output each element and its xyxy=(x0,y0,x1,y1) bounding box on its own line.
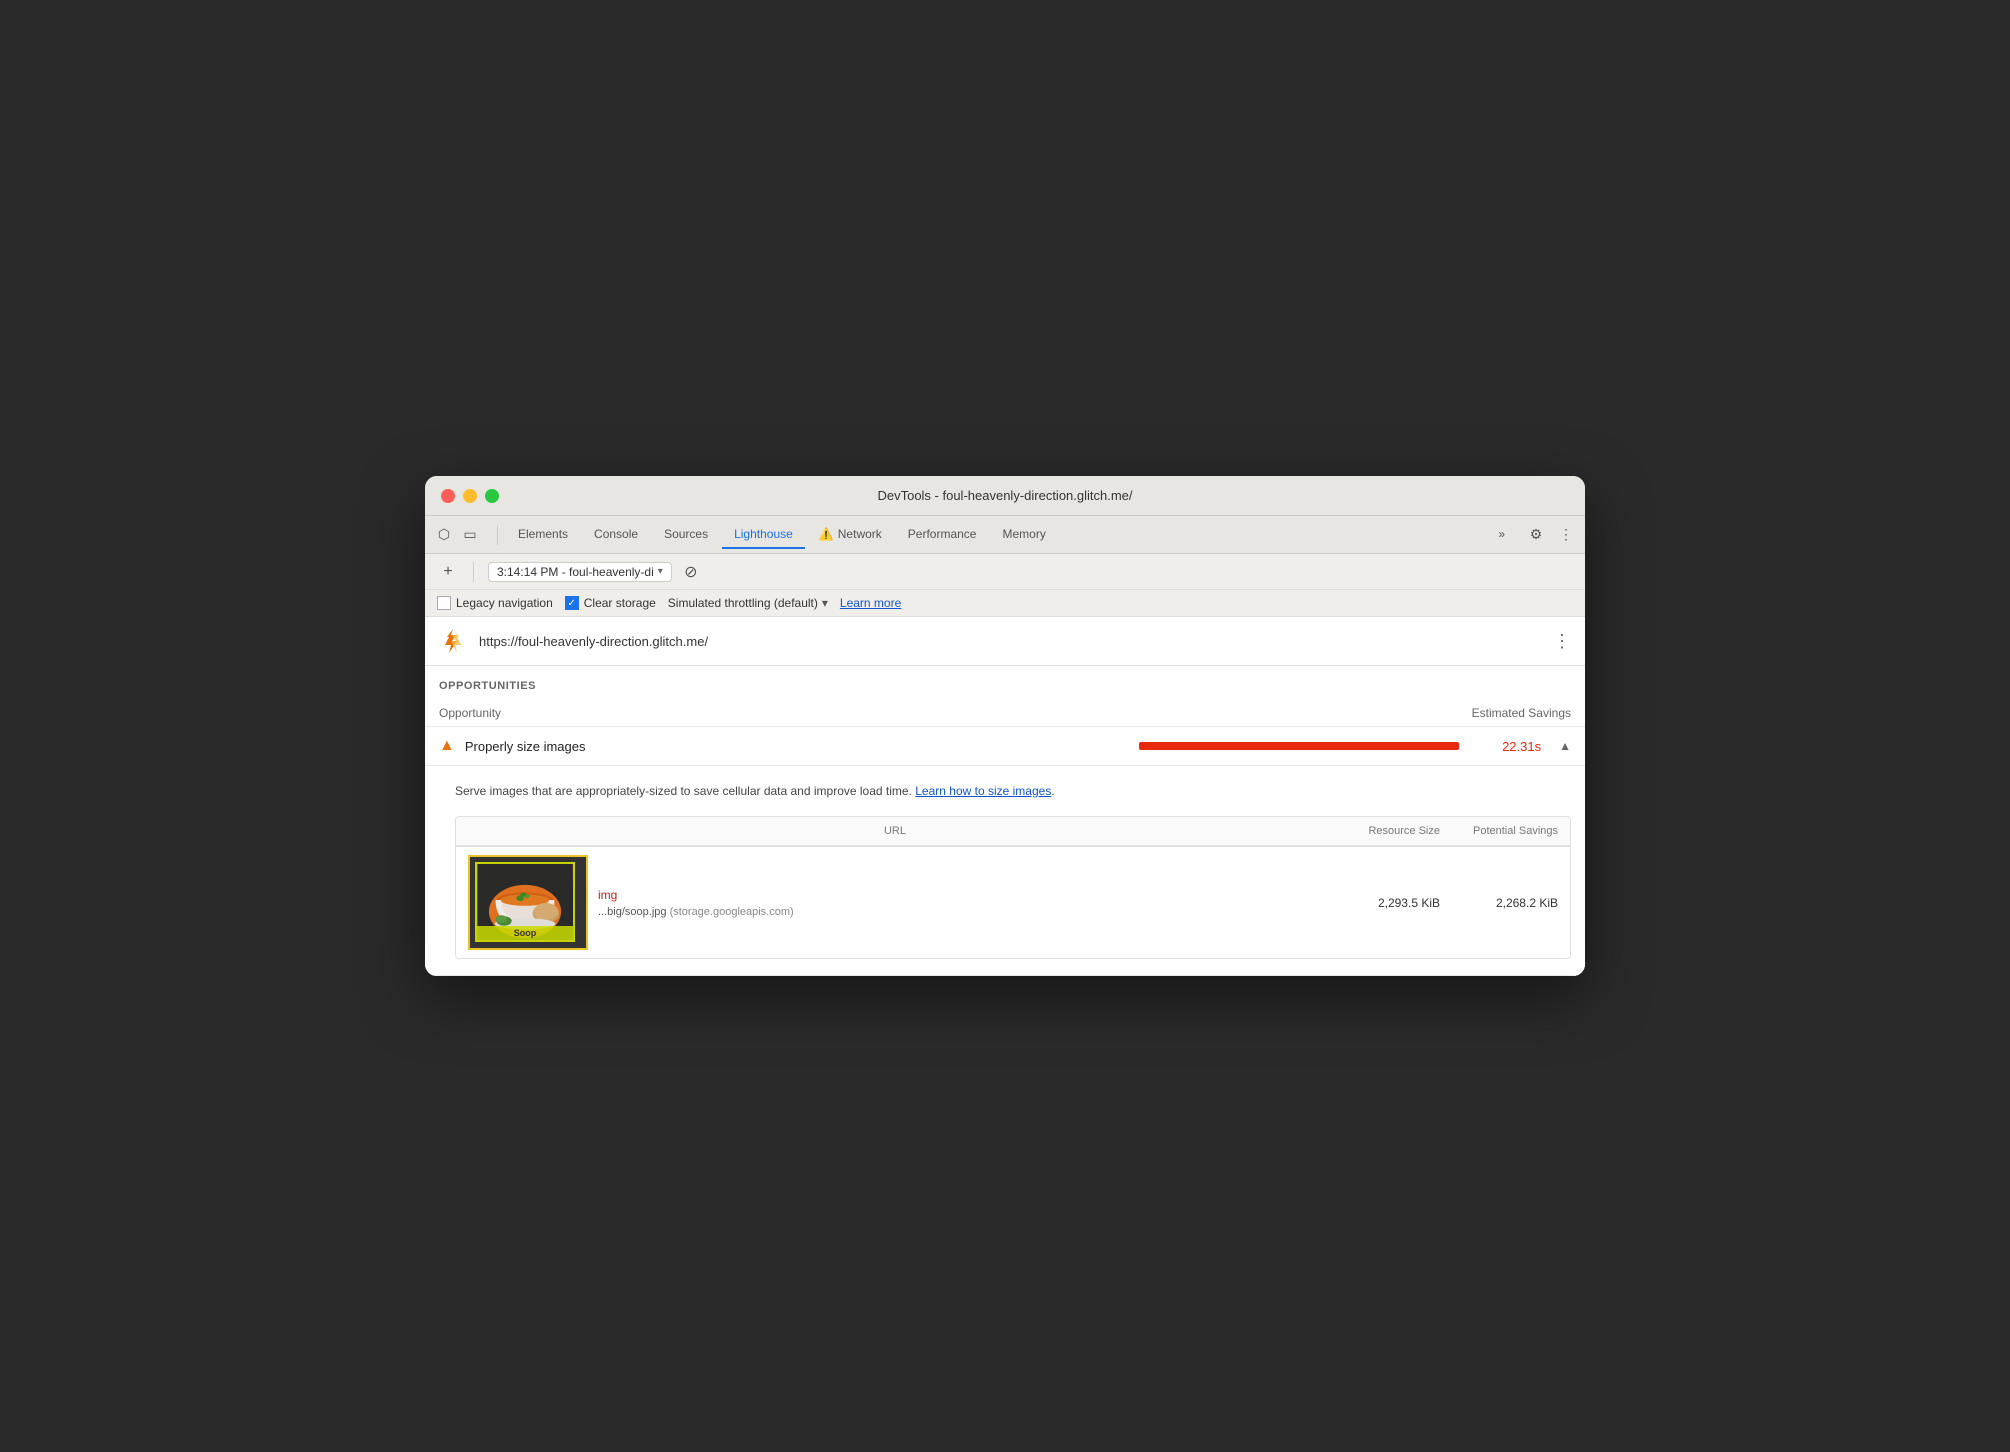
url-chip[interactable]: 3:14:14 PM - foul-heavenly-di ▾ xyxy=(488,562,672,582)
detail-table: URL Resource Size Potential Savings xyxy=(455,816,1571,959)
detail-table-header: URL Resource Size Potential Savings xyxy=(456,817,1570,846)
traffic-lights xyxy=(441,489,499,503)
warning-triangle-icon: ▲ xyxy=(439,737,455,755)
close-button[interactable] xyxy=(441,489,455,503)
legacy-nav-label: Legacy navigation xyxy=(456,596,553,610)
dt-cell-url: Soop img ...big/soop.jpg (storage.google… xyxy=(468,855,1322,950)
main-content: https://foul-heavenly-direction.glitch.m… xyxy=(425,617,1585,976)
opportunity-row[interactable]: ▲ Properly size images 22.31s ▲ xyxy=(425,727,1585,766)
legacy-nav-wrap: Legacy navigation xyxy=(437,596,553,610)
clear-storage-checkbox[interactable]: ✓ xyxy=(565,596,579,610)
dt-cell-resource-size: 2,293.5 KiB xyxy=(1330,896,1440,910)
cursor-icon[interactable]: ⬡ xyxy=(433,524,455,546)
savings-bar xyxy=(1139,742,1459,750)
minimize-button[interactable] xyxy=(463,489,477,503)
window-title: DevTools - foul-heavenly-direction.glitc… xyxy=(877,488,1132,503)
title-bar: DevTools - foul-heavenly-direction.glitc… xyxy=(425,476,1585,516)
dt-col-url: URL xyxy=(468,825,1322,837)
tab-sources[interactable]: Sources xyxy=(652,521,720,549)
col-estimated: Estimated Savings xyxy=(1472,706,1571,720)
devtools-window: DevTools - foul-heavenly-direction.glitc… xyxy=(425,476,1585,976)
site-url: https://foul-heavenly-direction.glitch.m… xyxy=(479,634,1541,649)
settings-icon[interactable]: ⚙ xyxy=(1525,524,1547,546)
table-header: Opportunity Estimated Savings xyxy=(425,700,1585,727)
chevron-up-icon: ▲ xyxy=(1559,739,1571,753)
clear-storage-label: Clear storage xyxy=(584,596,656,610)
img-tag: img xyxy=(598,888,794,902)
block-icon[interactable]: ⊘ xyxy=(680,561,702,583)
tab-elements[interactable]: Elements xyxy=(506,521,580,549)
legacy-nav-checkbox[interactable] xyxy=(437,596,451,610)
throttle-select-wrap: Simulated throttling (default) ▾ xyxy=(668,596,828,610)
devtools-body: ⬡ ▭ Elements Console Sources Lighthouse … xyxy=(425,516,1585,976)
opportunities-section-label: OPPORTUNITIES xyxy=(425,666,1585,700)
table-row: Soop img ...big/soop.jpg (storage.google… xyxy=(456,846,1570,958)
lighthouse-logo xyxy=(439,627,467,655)
add-button[interactable]: + xyxy=(437,561,459,583)
toolbar-row: + 3:14:14 PM - foul-heavenly-di ▾ ⊘ xyxy=(425,554,1585,590)
dt-col-potential-savings: Potential Savings xyxy=(1448,825,1558,837)
device-icon[interactable]: ▭ xyxy=(459,524,481,546)
toolbar-divider xyxy=(473,562,474,582)
detail-description: Serve images that are appropriately-size… xyxy=(455,782,1571,800)
image-inner: Soop xyxy=(475,862,575,942)
throttle-label: Simulated throttling (default) xyxy=(668,596,818,610)
savings-time: 22.31s xyxy=(1481,739,1541,754)
tab-console[interactable]: Console xyxy=(582,521,650,549)
dt-cell-potential-savings: 2,268.2 KiB xyxy=(1448,896,1558,910)
tab-more-area: » ⚙ ⋮ xyxy=(1486,521,1577,549)
url-info: img ...big/soop.jpg (storage.googleapis.… xyxy=(598,888,794,918)
maximize-button[interactable] xyxy=(485,489,499,503)
chevron-down-icon: ▾ xyxy=(658,566,663,577)
tab-more-button[interactable]: » xyxy=(1486,521,1517,549)
opportunity-name: Properly size images xyxy=(465,739,1099,754)
site-more-button[interactable]: ⋮ xyxy=(1553,631,1571,652)
tab-performance[interactable]: Performance xyxy=(896,521,989,549)
learn-how-link[interactable]: Learn how to size images xyxy=(915,784,1051,798)
detail-section: Serve images that are appropriately-size… xyxy=(425,766,1585,976)
options-row: Legacy navigation ✓ Clear storage Simula… xyxy=(425,590,1585,617)
image-label: Soop xyxy=(477,926,573,940)
dt-col-resource-size: Resource Size xyxy=(1330,825,1440,837)
url-path: ...big/soop.jpg (storage.googleapis.com) xyxy=(598,906,794,918)
tab-icons: ⬡ ▭ xyxy=(433,524,481,546)
tab-network[interactable]: ⚠️ Network xyxy=(807,521,894,549)
throttle-chevron-icon: ▾ xyxy=(822,596,828,610)
clear-storage-wrap: ✓ Clear storage xyxy=(565,596,656,610)
savings-bar-wrap xyxy=(1109,742,1459,750)
url-display-text: 3:14:14 PM - foul-heavenly-di xyxy=(497,565,654,579)
image-preview: Soop xyxy=(468,855,588,950)
more-options-icon[interactable]: ⋮ xyxy=(1555,524,1577,546)
col-opportunity: Opportunity xyxy=(439,706,1472,720)
learn-more-link[interactable]: Learn more xyxy=(840,596,901,610)
tab-lighthouse[interactable]: Lighthouse xyxy=(722,521,805,549)
warning-icon: ⚠️ xyxy=(819,527,834,541)
tab-bar: ⬡ ▭ Elements Console Sources Lighthouse … xyxy=(425,516,1585,554)
tab-divider xyxy=(497,525,498,545)
url-domain: (storage.googleapis.com) xyxy=(670,906,794,918)
tab-memory[interactable]: Memory xyxy=(990,521,1057,549)
site-header: https://foul-heavenly-direction.glitch.m… xyxy=(425,617,1585,666)
